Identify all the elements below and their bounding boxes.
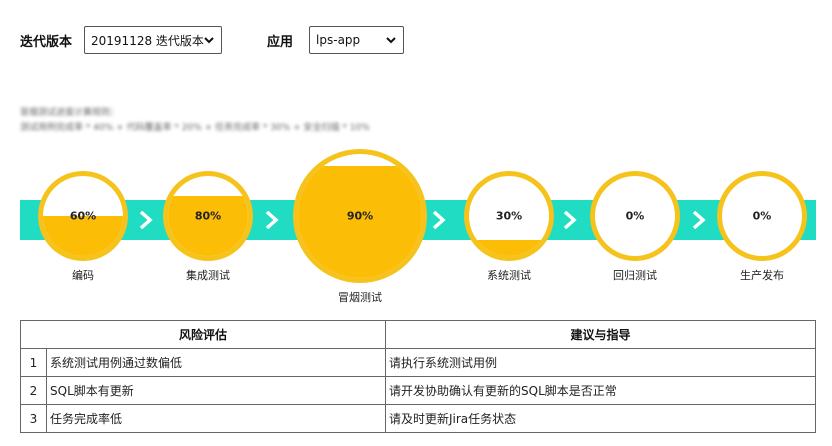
stage-progress-gauge: 60% (43, 176, 123, 256)
stage-progress-fill (469, 240, 549, 256)
chevron-right-icon (563, 211, 577, 229)
stage-progress-gauge: 30% (469, 176, 549, 256)
chevron-right-icon (139, 211, 153, 229)
stage-label: 编码 (72, 269, 94, 282)
advice-cell: 请及时更新Jira任务状态 (385, 404, 816, 433)
row-index: 2 (20, 376, 47, 405)
stage-label: 回归测试 (613, 269, 657, 282)
stage-progress-gauge: 80% (168, 176, 248, 256)
chevron-right-icon (432, 211, 446, 229)
stage-coding: 60% (38, 171, 128, 261)
stage-label: 集成测试 (186, 269, 230, 282)
stage-progress-gauge: 90% (298, 154, 422, 278)
advice-cell: 请开发协助确认有更新的SQL脚本是否正常 (385, 376, 816, 405)
stage-integration-test: 80% (163, 171, 253, 261)
stage-regression-test: 0% (590, 171, 680, 261)
risk-cell: SQL脚本有更新 (46, 376, 386, 405)
stage-progress-fill (168, 196, 248, 256)
pipeline-flow: 60% 编码 80% 集成测试 90% 冒烟测试 30% 系统测试 0% 回归测试 0% 生产发布 (0, 0, 832, 310)
chevron-right-icon (265, 211, 279, 229)
row-index: 3 (20, 404, 47, 433)
stage-progress-gauge: 0% (595, 176, 675, 256)
advice-cell: 请执行系统测试用例 (385, 348, 816, 377)
risk-table: 风险评估 建议与指导 1 系统测试用例通过数偏低 请执行系统测试用例 2 SQL… (20, 320, 816, 433)
table-row: 1 系统测试用例通过数偏低 请执行系统测试用例 (20, 348, 816, 377)
stage-percent: 0% (625, 209, 645, 223)
stage-percent: 60% (69, 209, 97, 223)
stage-smoke-test: 90% (293, 149, 427, 283)
risk-cell: 任务完成率低 (46, 404, 386, 433)
stage-label: 系统测试 (487, 269, 531, 282)
stage-percent: 30% (495, 209, 523, 223)
advice-header: 建议与指导 (385, 320, 816, 349)
stage-label: 生产发布 (740, 269, 784, 282)
stage-label: 冒烟测试 (338, 291, 382, 304)
stage-percent: 0% (752, 209, 772, 223)
stage-progress-gauge: 0% (722, 176, 802, 256)
table-header-row: 风险评估 建议与指导 (20, 320, 816, 349)
table-row: 2 SQL脚本有更新 请开发协助确认有更新的SQL脚本是否正常 (20, 376, 816, 405)
chevron-right-icon (692, 211, 706, 229)
table-row: 3 任务完成率低 请及时更新Jira任务状态 (20, 404, 816, 433)
stage-production-release: 0% (717, 171, 807, 261)
stage-percent: 90% (346, 209, 374, 223)
risk-cell: 系统测试用例通过数偏低 (46, 348, 386, 377)
row-index: 1 (20, 348, 47, 377)
stage-percent: 80% (194, 209, 222, 223)
stage-system-test: 30% (464, 171, 554, 261)
risk-header: 风险评估 (20, 320, 386, 349)
